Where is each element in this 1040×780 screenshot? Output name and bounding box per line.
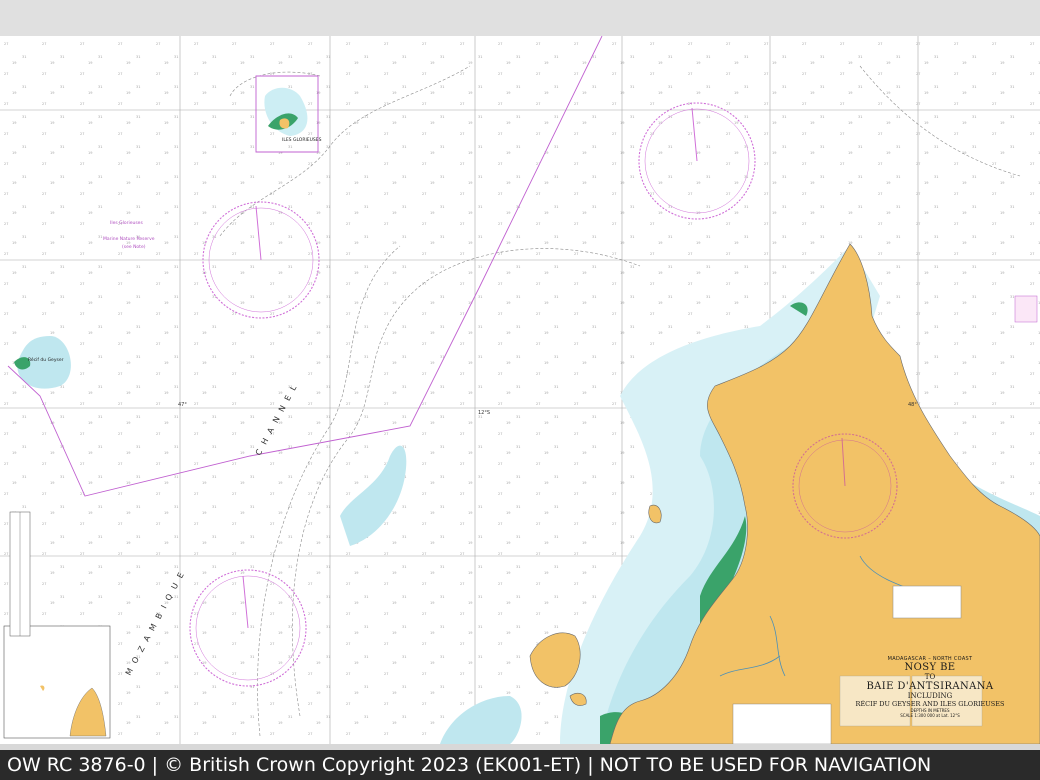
chart-scale: SCALE 1:300 000 at Lat. 12°S: [900, 713, 960, 718]
inset-map: [3, 625, 111, 739]
legend-box: [1014, 295, 1038, 323]
nautical-chart[interactable]: 27 31 19: [0, 36, 1040, 744]
chart-title-line2: BAIE D'ANTSIRANANA: [866, 681, 994, 692]
depth-scale: [9, 511, 31, 637]
top-band: [0, 0, 1040, 36]
lat-12s: 12°S: [478, 410, 490, 416]
chart-including: INCLUDING: [907, 692, 953, 700]
label-reserve: Marine Nature Reserve: [103, 236, 155, 242]
chart-title-block: MADAGASCAR – NORTH COAST NOSY BE TO BAIE…: [838, 656, 1022, 718]
chart-title-to: TO: [924, 673, 936, 681]
label-glorieuses: ILES GLORIEUSES: [282, 137, 322, 143]
lon-48: 48°: [908, 402, 917, 408]
label-iles: Iles Glorieuses: [110, 220, 143, 226]
copyright-text: OW RC 3876-0 | © British Crown Copyright…: [7, 754, 932, 776]
copyright-bar: OW RC 3876-0 | © British Crown Copyright…: [0, 750, 1040, 780]
chart-canvas: 27 31 19: [0, 36, 1040, 744]
lon-47: 47°: [178, 402, 187, 408]
label-geyser: Récif du Geyser: [28, 356, 64, 363]
chart-title-line1: NOSY BE: [904, 662, 956, 673]
label-zone-note: (see Note): [122, 244, 146, 250]
chart-title-line3: RÉCIF DU GEYSER AND ILES GLORIEUSES: [855, 700, 1005, 708]
